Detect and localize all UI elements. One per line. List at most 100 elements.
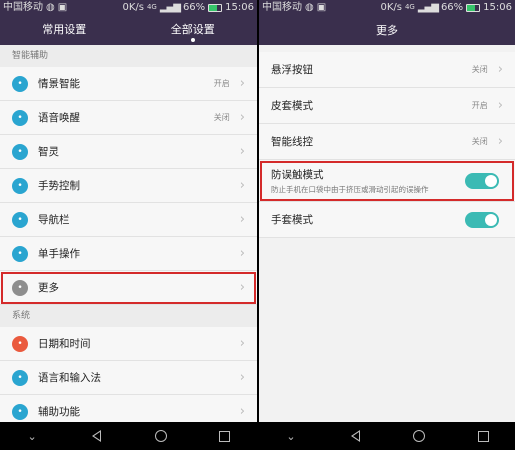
row-label: 语音唤醒 bbox=[38, 112, 80, 124]
tab-common-settings[interactable]: 常用设置 bbox=[0, 15, 129, 45]
settings-row-clock[interactable]: • 日期和时间 › bbox=[0, 327, 257, 361]
glove-mode-toggle[interactable] bbox=[465, 211, 499, 228]
row-label: 更多 bbox=[38, 282, 59, 294]
row-label: 日期和时间 bbox=[38, 338, 91, 350]
carrier-text: 中国移动 bbox=[3, 2, 43, 13]
row-label: 悬浮按钮 bbox=[271, 64, 313, 76]
settings-row-keyboard[interactable]: • 语言和输入法 › bbox=[0, 361, 257, 395]
row-label: 辅助功能 bbox=[38, 406, 80, 418]
settings-row-gesture[interactable]: • 手势控制 › bbox=[0, 169, 257, 203]
chevron-right-icon: › bbox=[239, 370, 245, 385]
chevron-right-icon: › bbox=[239, 404, 245, 419]
more-setting-row[interactable]: 皮套模式 开启 › bbox=[259, 88, 515, 124]
more-settings-pane: 中国移动 ◍ ▣ 0K/s 4G ▂▄▆ 66% 15:06 更多 悬浮按钮 关闭… bbox=[259, 0, 515, 450]
chevron-right-icon: › bbox=[239, 76, 245, 91]
battery-text: 66% bbox=[440, 2, 464, 13]
chevron-right-icon: › bbox=[239, 110, 245, 125]
row-label: 语言和输入法 bbox=[38, 372, 101, 384]
wifi-status-icon: ◍ bbox=[46, 2, 55, 13]
battery-icon bbox=[466, 3, 481, 12]
row-value: 开启 bbox=[471, 101, 488, 110]
row-label: 情景智能 bbox=[38, 78, 80, 90]
more-settings-list: 悬浮按钮 关闭 › 皮套模式 开启 › 智能线控 关闭 › 防误触模式 防止手机在口袋中由于挤压或滑… bbox=[259, 52, 515, 238]
back-icon bbox=[91, 430, 101, 442]
row-value: 关闭 bbox=[471, 65, 488, 74]
lightbulb-icon: • bbox=[12, 75, 28, 92]
row-value: 开启 bbox=[213, 79, 230, 88]
assistant-icon: • bbox=[12, 143, 28, 160]
recents-icon bbox=[219, 430, 231, 442]
home-button[interactable] bbox=[151, 426, 171, 446]
back-button[interactable] bbox=[86, 426, 106, 446]
chevron-right-icon: › bbox=[239, 336, 245, 351]
chevron-right-icon: › bbox=[239, 178, 245, 193]
settings-row-one-hand[interactable]: • 单手操作 › bbox=[0, 237, 257, 271]
network-text: 4G bbox=[146, 3, 157, 11]
chevron-right-icon: › bbox=[239, 212, 245, 227]
status-bar: 中国移动 ◍ ▣ 0K/s 4G ▂▄▆ 66% 15:06 bbox=[0, 0, 257, 15]
signal-icon: ▂▄▆ bbox=[417, 2, 439, 13]
settings-row-assistant[interactable]: • 智灵 › bbox=[0, 135, 257, 169]
nav-bar: ⌄ bbox=[0, 422, 257, 450]
all-settings-pane: 中国移动 ◍ ▣ 0K/s 4G ▂▄▆ 66% 15:06 常用设置 全部设置… bbox=[0, 0, 257, 450]
anti-mistouch-toggle[interactable] bbox=[465, 172, 499, 189]
anti-mistouch-row[interactable]: 防误触模式防止手机在口袋中由于挤压或滑动引起的误操作 bbox=[259, 160, 515, 202]
row-label: 皮套模式 bbox=[271, 100, 313, 112]
settings-header: 常用设置 全部设置 bbox=[0, 15, 257, 45]
network-text: 4G bbox=[404, 3, 415, 11]
carrier-text: 中国移动 bbox=[262, 2, 302, 13]
row-description: 防止手机在口袋中由于挤压或滑动引起的误操作 bbox=[271, 184, 429, 194]
home-button[interactable] bbox=[409, 426, 429, 446]
section-smart-assist-header: 智能辅助 bbox=[0, 45, 257, 67]
chevron-right-icon: › bbox=[497, 98, 503, 113]
home-icon bbox=[413, 430, 425, 442]
navigation-icon: • bbox=[12, 211, 28, 228]
row-label: 手套模式 bbox=[271, 214, 313, 226]
keyboard-icon: • bbox=[12, 369, 28, 386]
more-icon: • bbox=[12, 279, 28, 296]
settings-row-more[interactable]: • 更多 › bbox=[0, 271, 257, 305]
row-label: 手势控制 bbox=[38, 180, 80, 192]
speed-text: 0K/s bbox=[380, 2, 402, 13]
back-icon bbox=[350, 430, 360, 442]
hide-nav-icon[interactable]: ⌄ bbox=[22, 426, 42, 446]
tab-all-settings[interactable]: 全部设置 bbox=[129, 15, 258, 45]
home-icon bbox=[154, 430, 167, 442]
chevron-right-icon: › bbox=[497, 62, 503, 77]
page-title: 更多 bbox=[376, 24, 398, 37]
battery-icon bbox=[208, 3, 223, 12]
settings-row-lightbulb[interactable]: • 情景智能 开启 › bbox=[0, 67, 257, 101]
time-text: 15:06 bbox=[483, 2, 512, 13]
recents-icon bbox=[477, 430, 489, 442]
accessibility-icon: • bbox=[12, 403, 28, 420]
recents-button[interactable] bbox=[215, 426, 235, 446]
chevron-right-icon: › bbox=[239, 144, 245, 159]
settings-row-voice[interactable]: • 语音唤醒 关闭 › bbox=[0, 101, 257, 135]
row-value: 关闭 bbox=[213, 113, 230, 122]
settings-row-navigation[interactable]: • 导航栏 › bbox=[0, 203, 257, 237]
nav-bar-right: ⌄ bbox=[259, 422, 515, 450]
back-button[interactable] bbox=[345, 426, 365, 446]
row-value: 关闭 bbox=[471, 137, 488, 146]
one-hand-icon: • bbox=[12, 245, 28, 262]
chevron-right-icon: › bbox=[497, 134, 503, 149]
row-label: 防误触模式 bbox=[271, 168, 324, 181]
chevron-right-icon: › bbox=[239, 246, 245, 261]
recents-button[interactable] bbox=[473, 426, 493, 446]
active-tab-indicator bbox=[190, 38, 195, 42]
signal-icon: ▂▄▆ bbox=[159, 2, 181, 13]
hide-nav-icon[interactable]: ⌄ bbox=[281, 426, 301, 446]
status-bar-right: 中国移动 ◍ ▣ 0K/s 4G ▂▄▆ 66% 15:06 bbox=[259, 0, 515, 15]
chevron-right-icon: › bbox=[239, 280, 245, 295]
notification-icon: ▣ bbox=[316, 2, 327, 13]
glove-mode-row[interactable]: 手套模式 bbox=[259, 202, 515, 238]
more-setting-row[interactable]: 智能线控 关闭 › bbox=[259, 124, 515, 160]
notification-icon: ▣ bbox=[57, 2, 68, 13]
more-setting-row[interactable]: 悬浮按钮 关闭 › bbox=[259, 52, 515, 88]
gesture-icon: • bbox=[12, 177, 28, 194]
wifi-status-icon: ◍ bbox=[305, 2, 314, 13]
time-text: 15:06 bbox=[225, 2, 254, 13]
row-label: 智灵 bbox=[38, 146, 59, 158]
row-label: 单手操作 bbox=[38, 248, 80, 260]
system-list: • 日期和时间 › • 语言和输入法 › • 辅助功能 › bbox=[0, 327, 257, 429]
